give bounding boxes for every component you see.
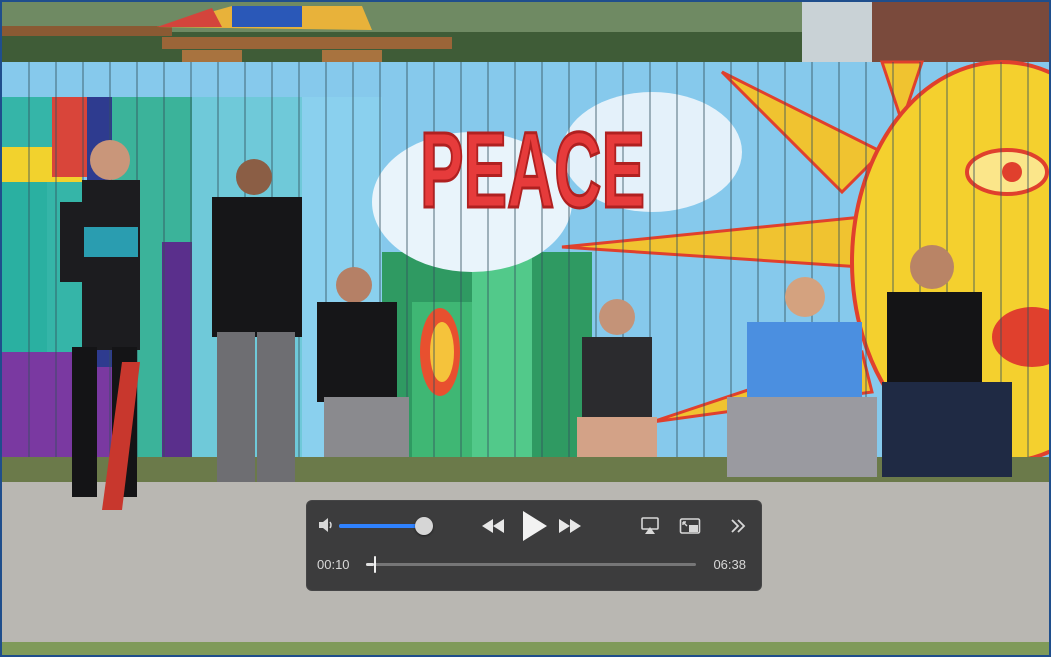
person-2 xyxy=(212,159,302,482)
chevron-double-right-icon[interactable] xyxy=(729,517,747,535)
current-time: 00:10 xyxy=(317,557,350,572)
volume-knob[interactable] xyxy=(414,517,433,535)
airplay-icon[interactable] xyxy=(640,516,660,536)
rewind-icon[interactable] xyxy=(481,518,505,534)
scrubber-progress xyxy=(366,563,375,566)
speaker-icon[interactable] xyxy=(318,517,336,533)
duration-time: 06:38 xyxy=(713,557,746,572)
video-frame[interactable]: PEACE 00:10 06:38 xyxy=(0,0,1051,657)
scrubber[interactable] xyxy=(366,556,696,573)
volume-slider[interactable] xyxy=(339,517,433,535)
volume-level xyxy=(339,524,424,528)
picture-in-picture-icon[interactable] xyxy=(679,516,701,536)
fast-forward-icon[interactable] xyxy=(558,518,582,534)
scrubber-playhead[interactable] xyxy=(374,556,377,573)
mural-peace-text: PEACE xyxy=(420,109,645,230)
playback-controls: 00:10 06:38 xyxy=(306,500,762,591)
play-icon[interactable] xyxy=(520,510,548,542)
